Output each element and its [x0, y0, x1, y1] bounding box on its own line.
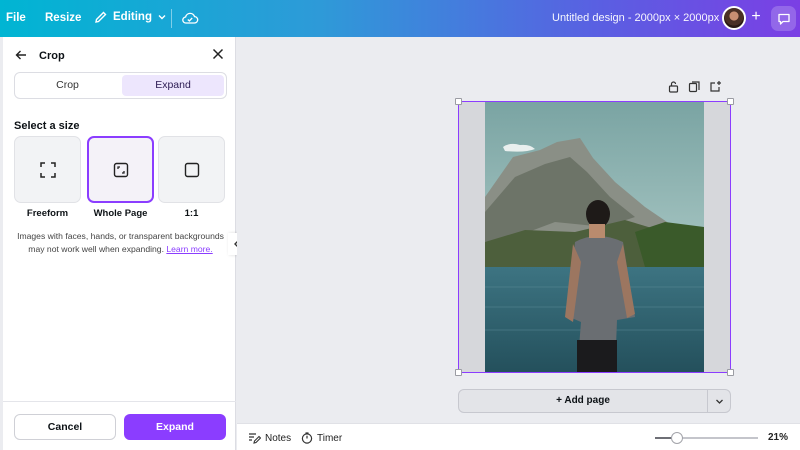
tab-crop[interactable]: Crop — [17, 75, 118, 96]
zoom-slider[interactable] — [655, 432, 758, 444]
editing-label: Editing — [113, 11, 152, 23]
comment-button[interactable] — [771, 6, 796, 31]
file-menu[interactable]: File — [6, 12, 26, 24]
bottom-bar: Notes Timer 21% — [237, 423, 800, 450]
notes-icon — [249, 433, 261, 444]
back-button[interactable] — [14, 48, 28, 65]
notes-label: Notes — [265, 432, 292, 444]
resize-handle-bottom-right[interactable] — [727, 369, 734, 376]
page-tools — [667, 80, 722, 93]
crop-panel: Crop Crop Expand Select a size Freeform … — [3, 37, 236, 450]
add-page-button[interactable]: + Add page — [458, 389, 708, 413]
resize-handle-top-right[interactable] — [727, 98, 734, 105]
size-option-freeform[interactable] — [14, 136, 81, 203]
add-page-options-button[interactable] — [708, 389, 731, 413]
add-page-icon[interactable] — [709, 80, 722, 93]
size-option-whole-page[interactable] — [87, 136, 154, 203]
close-button[interactable] — [212, 48, 224, 63]
learn-more-link[interactable]: Learn more. — [166, 244, 212, 254]
cancel-button[interactable]: Cancel — [14, 414, 116, 440]
top-bar: File Resize Editing Untitled design - 20… — [0, 0, 800, 37]
chevron-down-icon — [715, 399, 723, 404]
timer-label: Timer — [317, 432, 343, 444]
design-title[interactable]: Untitled design - 2000px × 2000px — [552, 12, 719, 24]
design-page[interactable] — [455, 98, 734, 376]
duplicate-icon[interactable] — [688, 80, 701, 93]
lock-icon[interactable] — [667, 80, 680, 93]
close-icon — [212, 48, 224, 60]
cloud-save-button[interactable] — [181, 10, 199, 26]
expand-button[interactable]: Expand — [124, 414, 226, 440]
size-option-1-1[interactable] — [158, 136, 225, 203]
timer-icon — [301, 432, 313, 444]
zoom-slider-thumb[interactable] — [671, 432, 683, 444]
resize-handle-bottom-left[interactable] — [455, 369, 462, 376]
toolbar-divider — [171, 9, 172, 28]
chevron-down-icon — [158, 15, 166, 20]
comment-icon — [777, 13, 790, 25]
arrow-left-icon — [15, 50, 26, 60]
expand-hint: Images with faces, hands, or transparent… — [14, 230, 227, 256]
select-size-heading: Select a size — [14, 120, 80, 132]
square-icon — [184, 162, 199, 177]
whole-page-icon — [113, 162, 128, 177]
mountain-lake-photo[interactable] — [485, 102, 704, 372]
crop-expand-toggle: Crop Expand — [14, 72, 227, 99]
size-option-label: 1:1 — [184, 208, 199, 219]
panel-title: Crop — [39, 50, 65, 62]
editing-menu[interactable]: Editing — [94, 10, 167, 24]
zoom-level[interactable]: 21% — [768, 432, 788, 443]
notes-button[interactable]: Notes — [248, 432, 291, 444]
share-add-button[interactable]: + — [746, 7, 766, 27]
footer-divider — [3, 401, 236, 402]
size-option-label: Whole Page — [93, 208, 148, 219]
cloud-check-icon — [182, 12, 199, 24]
resize-handle-top-left[interactable] — [455, 98, 462, 105]
resize-menu[interactable]: Resize — [45, 12, 81, 24]
avatar[interactable] — [722, 6, 746, 30]
tab-expand[interactable]: Expand — [122, 75, 224, 96]
timer-button[interactable]: Timer — [301, 432, 342, 444]
freeform-corners-icon — [39, 161, 56, 178]
size-option-label: Freeform — [26, 208, 69, 219]
pencil-icon — [95, 11, 107, 23]
